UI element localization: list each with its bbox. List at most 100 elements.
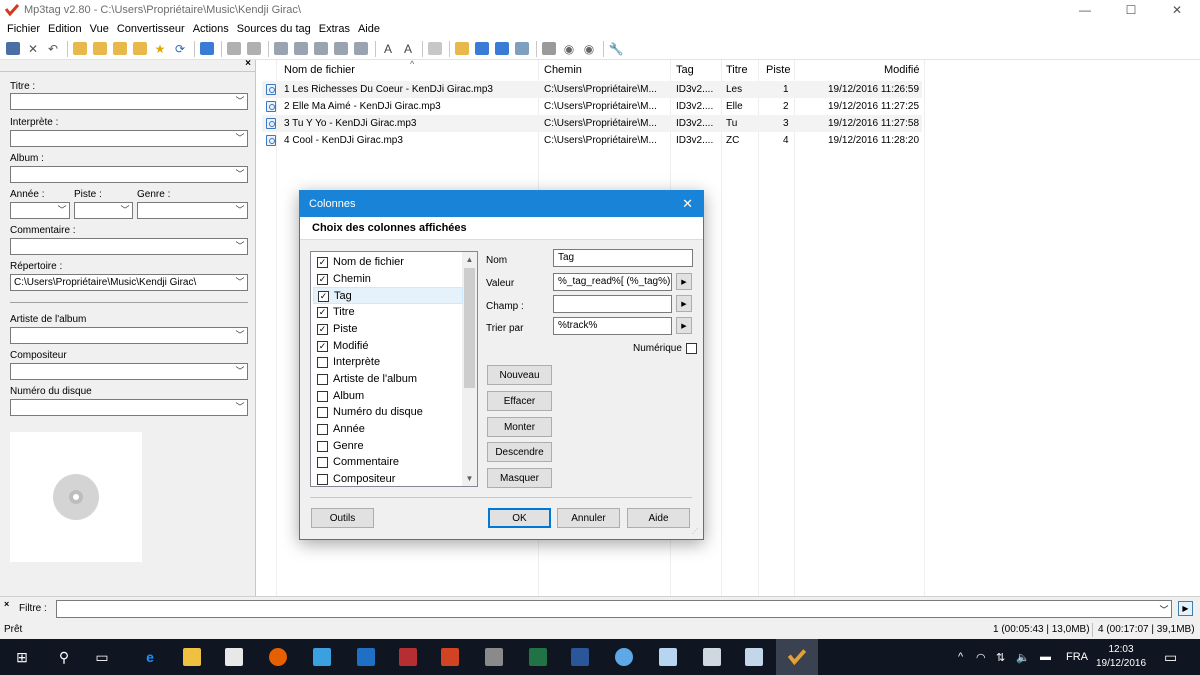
- excel-icon[interactable]: [526, 645, 550, 669]
- delete-icon[interactable]: ✕: [24, 40, 42, 58]
- close-filter-icon[interactable]: ×: [4, 599, 9, 609]
- column-checkbox[interactable]: [317, 407, 328, 419]
- column-option[interactable]: Compositeur: [313, 471, 463, 486]
- menu-convertisseur[interactable]: Convertisseur: [113, 23, 189, 35]
- column-checkbox[interactable]: ✓: [318, 291, 329, 303]
- aide-button[interactable]: Aide: [627, 508, 690, 528]
- edit-icon[interactable]: [426, 40, 444, 58]
- text-file-to-tag-icon[interactable]: [332, 40, 350, 58]
- column-option[interactable]: ✓ Chemin: [313, 271, 463, 288]
- scrollbar[interactable]: ▲ ▼: [462, 252, 477, 486]
- paint-icon[interactable]: [742, 645, 766, 669]
- repertoire-field[interactable]: C:\Users\Propriétaire\Music\Kendji Girac…: [10, 274, 248, 291]
- column-option[interactable]: ✓ Tag: [313, 287, 463, 305]
- column-option[interactable]: Numéro du disque: [313, 404, 463, 421]
- text-format-icon[interactable]: A: [399, 40, 417, 58]
- filter-input[interactable]: ﹀: [56, 600, 1172, 618]
- web-source-icon[interactable]: [493, 40, 511, 58]
- menu-vue[interactable]: Vue: [86, 23, 113, 35]
- column-option[interactable]: ✓ Piste: [313, 321, 463, 338]
- column-option[interactable]: Interprète: [313, 354, 463, 371]
- piste-field[interactable]: ﹀: [74, 202, 133, 219]
- apply-filter-button[interactable]: ▶: [1178, 601, 1193, 616]
- save-icon[interactable]: [4, 40, 22, 58]
- numero-disque-field[interactable]: ﹀: [10, 399, 248, 416]
- app-icon[interactable]: [656, 645, 680, 669]
- chevron-down-icon[interactable]: ﹀: [233, 131, 247, 146]
- search-icon[interactable]: ⚲: [52, 645, 76, 669]
- columns-list[interactable]: ▲ ▼ ✓ Nom de fichier ✓ Chemin ✓ Tag ✓ Titre ✓ Pis…: [310, 251, 478, 487]
- column-option[interactable]: ✓ Titre: [313, 304, 463, 321]
- undo-icon[interactable]: ↶: [44, 40, 62, 58]
- chevron-down-icon[interactable]: ﹀: [233, 167, 247, 182]
- column-header-tag[interactable]: Tag: [676, 62, 694, 79]
- resize-grip-icon[interactable]: ⋰: [692, 528, 700, 536]
- annuler-button[interactable]: Annuler: [557, 508, 620, 528]
- table-row[interactable]: 3 Tu Y Yo - KenDJi Girac.mp3 C:\Users\Pr…: [262, 115, 922, 132]
- volume-icon[interactable]: 🔈: [1016, 639, 1030, 675]
- chevron-down-icon[interactable]: ﹀: [1157, 601, 1171, 617]
- close-panel-icon[interactable]: ×: [245, 58, 251, 69]
- access-icon[interactable]: [396, 645, 420, 669]
- masquer-button[interactable]: Masquer: [487, 468, 552, 488]
- menu-edition[interactable]: Edition: [44, 23, 86, 35]
- artiste-album-field[interactable]: ﹀: [10, 327, 248, 344]
- column-header-filename[interactable]: Nom de fichier: [284, 62, 355, 79]
- chevron-down-icon[interactable]: ﹀: [55, 203, 69, 218]
- ok-button[interactable]: OK: [488, 508, 551, 528]
- column-option[interactable]: Genre: [313, 438, 463, 455]
- compositeur-field[interactable]: ﹀: [10, 363, 248, 380]
- word-icon[interactable]: [568, 645, 592, 669]
- chevron-down-icon[interactable]: ﹀: [233, 275, 247, 290]
- column-checkbox[interactable]: ✓: [317, 323, 328, 335]
- playlist-icon[interactable]: [540, 40, 558, 58]
- numerique-check[interactable]: [685, 343, 697, 354]
- column-checkbox[interactable]: [317, 474, 328, 486]
- effacer-button[interactable]: Effacer: [487, 391, 552, 411]
- filename-to-tag-icon[interactable]: [292, 40, 310, 58]
- settings-wrench-icon[interactable]: 🔧: [607, 40, 625, 58]
- windows-start-icon[interactable]: ⊞: [10, 645, 34, 669]
- column-option[interactable]: ✓ Nom de fichier: [313, 254, 463, 271]
- table-row[interactable]: 4 Cool - KenDJi Girac.mp3 C:\Users\Propr…: [262, 132, 922, 149]
- column-header-path[interactable]: Chemin: [544, 62, 582, 79]
- column-option[interactable]: Artiste de l'album: [313, 371, 463, 388]
- genre-field[interactable]: ﹀: [137, 202, 248, 219]
- tag-to-tag-icon[interactable]: [312, 40, 330, 58]
- column-checkbox[interactable]: ✓: [317, 307, 328, 319]
- onedrive-icon[interactable]: [612, 645, 636, 669]
- menu-aide[interactable]: Aide: [354, 23, 384, 35]
- internet-explorer-icon[interactable]: [310, 645, 334, 669]
- outlook-icon[interactable]: [354, 645, 378, 669]
- clock[interactable]: 12:03 19/12/2016: [1093, 643, 1149, 671]
- table-row[interactable]: 2 Elle Ma Aimé - KenDJi Girac.mp3 C:\Use…: [262, 98, 922, 115]
- show-hidden-icons[interactable]: ^: [958, 639, 963, 675]
- export-icon[interactable]: [352, 40, 370, 58]
- menu-fichier[interactable]: Fichier: [3, 23, 44, 35]
- dialog-close-button[interactable]: ✕: [682, 191, 693, 217]
- column-checkbox[interactable]: ✓: [317, 340, 328, 352]
- album-cover[interactable]: [10, 432, 142, 562]
- column-header-title[interactable]: Titre: [726, 62, 748, 79]
- minimize-button[interactable]: —: [1062, 0, 1108, 20]
- outils-button[interactable]: Outils: [311, 508, 374, 528]
- menu-actions[interactable]: Actions: [189, 23, 233, 35]
- list-icon[interactable]: [198, 40, 216, 58]
- trier-par-input[interactable]: %track%: [553, 317, 672, 335]
- commentaire-field[interactable]: ﹀: [10, 238, 248, 255]
- extended-tags-icon[interactable]: [453, 40, 471, 58]
- monter-button[interactable]: Monter: [487, 417, 552, 437]
- column-checkbox[interactable]: ✓: [317, 273, 328, 285]
- album-source-icon[interactable]: [513, 40, 531, 58]
- maximize-button[interactable]: ☐: [1108, 0, 1154, 20]
- case-conversion-icon[interactable]: A: [379, 40, 397, 58]
- scroll-thumb[interactable]: [464, 268, 475, 388]
- titre-field[interactable]: ﹀: [10, 93, 248, 110]
- task-view-icon[interactable]: ▭: [90, 645, 114, 669]
- notification-center-icon[interactable]: ▭: [1164, 639, 1177, 675]
- menu-sources-du-tag[interactable]: Sources du tag: [233, 23, 315, 35]
- add-directory-icon[interactable]: [91, 40, 109, 58]
- column-header-modified[interactable]: Modifié: [884, 62, 919, 79]
- valeur-input[interactable]: %_tag_read%[ (%_tag%): [553, 273, 672, 291]
- album-field[interactable]: ﹀: [10, 166, 248, 183]
